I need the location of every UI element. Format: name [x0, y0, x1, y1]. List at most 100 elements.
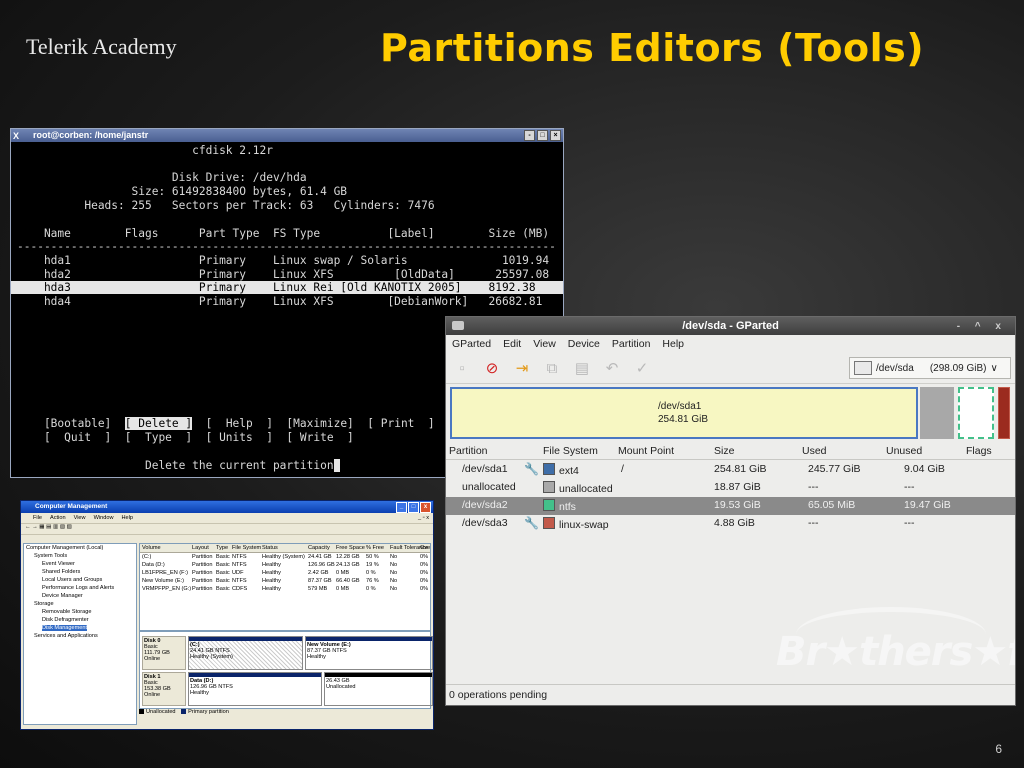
window-controls[interactable]: - ^ x: [957, 318, 1007, 336]
column-header[interactable]: Layout: [192, 545, 209, 551]
disk1-label[interactable]: Disk 1 Basic 153.38 GB Online: [142, 672, 186, 706]
maximize-button[interactable]: □: [537, 130, 548, 141]
partition-table-row[interactable]: /dev/sda2 ntfs 19.53 GiB 65.05 MiB 19.47 GiB: [446, 497, 1015, 515]
partition-map-sda3[interactable]: [998, 387, 1010, 439]
menu-edit[interactable]: Edit: [503, 335, 521, 353]
status-text: Delete the current partition: [17, 459, 334, 472]
terminal-title: root@corben: /home/janstr: [33, 130, 149, 140]
partition-name: /dev/sda1: [462, 463, 508, 475]
volume-row[interactable]: New Volume (E:) Partition Basic NTFS Healthy…: [140, 577, 430, 585]
terminal-header-row: Name Flags Part Type FS Type [Label] Siz…: [17, 227, 550, 240]
col-partition[interactable]: Partition: [449, 445, 488, 457]
col-unused[interactable]: Unused: [886, 445, 922, 457]
apply-icon[interactable]: ✓: [632, 358, 652, 378]
col-size[interactable]: Size: [714, 445, 734, 457]
volume-cell: 50 %: [366, 554, 379, 560]
column-header[interactable]: File System: [232, 545, 261, 551]
col-mountpoint[interactable]: Mount Point: [618, 445, 674, 457]
paste-icon[interactable]: ▤: [572, 358, 592, 378]
volume-row[interactable]: (C:) Partition Basic NTFS Healthy (System) 24…: [140, 553, 430, 561]
undo-icon[interactable]: ↶: [602, 358, 622, 378]
column-header[interactable]: Capacity: [308, 545, 330, 551]
key-icon: 🔧: [524, 516, 539, 530]
menu-view[interactable]: View: [74, 513, 86, 523]
volume-row[interactable]: Data (D:) Partition Basic NTFS Healthy 126.96…: [140, 561, 430, 569]
partition-table-row[interactable]: unallocated unallocated 18.87 GiB --- ---: [446, 479, 1015, 497]
unused-cell: ---: [904, 517, 915, 529]
tree-item[interactable]: Event Viewer: [42, 561, 75, 567]
column-header[interactable]: Type: [216, 545, 228, 551]
harddisk-icon: [854, 361, 872, 375]
menu-action[interactable]: Action: [50, 513, 66, 523]
inner-window-controls[interactable]: _ ▫ x: [418, 513, 429, 523]
tree-item[interactable]: System Tools: [34, 553, 67, 559]
volume-e[interactable]: New Volume (E:) 87.37 GB NTFS Healthy: [305, 636, 433, 670]
copy-icon[interactable]: ⧉: [542, 358, 562, 378]
volume-cell: 24.41 GB: [308, 554, 332, 560]
close-button[interactable]: x: [420, 502, 431, 513]
volume-cell: Partition: [192, 586, 213, 592]
minimize-button[interactable]: _: [396, 502, 407, 513]
bootable-command[interactable]: [Bootable]: [17, 417, 125, 430]
minimize-button[interactable]: -: [524, 130, 535, 141]
partition-row[interactable]: hda2 Primary Linux XFS [OldData] 25597.0…: [17, 268, 549, 282]
tree-item[interactable]: Removable Storage: [42, 609, 91, 615]
partition-map-sda1[interactable]: /dev/sda1 254.81 GiB: [450, 387, 918, 439]
column-header[interactable]: % Free: [366, 545, 384, 551]
partition-row[interactable]: hda1 Primary Linux swap / Solaris 1019.9…: [17, 254, 549, 268]
gparted-title: /dev/sda - GParted: [682, 320, 779, 332]
col-filesystem[interactable]: File System: [543, 445, 598, 457]
volume-d[interactable]: Data (D:) 126.96 GB NTFS Healthy: [188, 672, 322, 706]
partition-row[interactable]: hda4 Primary Linux XFS [DebianWork] 2668…: [17, 295, 542, 309]
col-flags[interactable]: Flags: [966, 445, 992, 457]
terminal-commands-row-2[interactable]: [ Quit ] [ Type ] [ Units ] [ Write ]: [17, 431, 354, 445]
menu-help[interactable]: Help: [122, 513, 134, 523]
volume-row[interactable]: VRMPFPP_EN (G:) Partition Basic CDFS Healthy…: [140, 585, 430, 593]
partition-row-selected[interactable]: hda3 Primary Linux Rei [Old KANOTIX 2005…: [11, 281, 563, 294]
menu-partition[interactable]: Partition: [612, 335, 651, 353]
partition-name: /dev/sda3: [462, 517, 508, 529]
menu-file[interactable]: File: [33, 513, 42, 523]
disk0-label[interactable]: Disk 0 Basic 111.79 GB Online: [142, 636, 186, 670]
tree-item[interactable]: Services and Applications: [34, 633, 98, 639]
tree-item[interactable]: Computer Management (Local): [26, 545, 103, 551]
column-header[interactable]: Overhe: [420, 545, 430, 551]
device-selector[interactable]: /dev/sda (298.09 GiB) ∨: [849, 357, 1011, 379]
partition-map-sda2[interactable]: [958, 387, 994, 439]
maximize-button[interactable]: □: [408, 502, 419, 513]
tree-item[interactable]: Performance Logs and Alerts: [42, 585, 114, 591]
unallocated-space[interactable]: 26.43 GB Unallocated: [324, 672, 433, 706]
cm-toolbar: ← → ▦ ▤ ▥ ▧ ▨: [21, 524, 433, 535]
close-button[interactable]: ×: [550, 130, 561, 141]
partition-map-unallocated[interactable]: [920, 387, 954, 439]
partition-table-row[interactable]: /dev/sda3 🔧 linux-swap 4.88 GiB --- ---: [446, 515, 1015, 533]
volume-cell: New Volume (E:): [142, 578, 184, 584]
col-used[interactable]: Used: [802, 445, 827, 457]
help-maximize-print-commands[interactable]: [ Help ] [Maximize] [ Print ]: [192, 417, 435, 430]
tree-item[interactable]: Disk Defragmenter: [42, 617, 89, 623]
column-header[interactable]: Volume: [142, 545, 161, 551]
delete-icon[interactable]: ⊘: [482, 358, 502, 378]
filesystem-color-swatch: [543, 499, 555, 511]
tree-item[interactable]: Device Manager: [42, 593, 83, 599]
menu-view[interactable]: View: [533, 335, 556, 353]
menu-device[interactable]: Device: [568, 335, 600, 353]
tree-item[interactable]: Storage: [34, 601, 54, 607]
tree-item[interactable]: Disk Management: [42, 625, 88, 631]
volume-row[interactable]: LB1FPRE_EN (F:) Partition Basic UDF Healthy 2…: [140, 569, 430, 577]
menu-window[interactable]: Window: [94, 513, 114, 523]
delete-command[interactable]: [ Delete ]: [124, 417, 193, 430]
new-icon[interactable]: ▫: [452, 358, 472, 378]
menu-help[interactable]: Help: [662, 335, 684, 353]
cm-toolbar-icons[interactable]: ← → ▦ ▤ ▥ ▧ ▨: [21, 524, 72, 530]
tree-item[interactable]: Shared Folders: [42, 569, 80, 575]
tree-item[interactable]: Local Users and Groups: [42, 577, 102, 583]
volume-c[interactable]: (C:) 24.41 GB NTFS Healthy (System): [188, 636, 303, 670]
column-header[interactable]: Status: [262, 545, 278, 551]
volume-cell: 0 MB: [336, 586, 350, 592]
resize-icon[interactable]: ⇥: [512, 358, 532, 378]
menu-gparted[interactable]: GParted: [452, 335, 491, 353]
volume-cell: CDFS: [232, 586, 248, 592]
partition-table-row[interactable]: /dev/sda1 🔧 ext4 / 254.81 GiB 245.77 GiB 9.04 …: [446, 461, 1015, 479]
column-header[interactable]: Free Space: [336, 545, 365, 551]
